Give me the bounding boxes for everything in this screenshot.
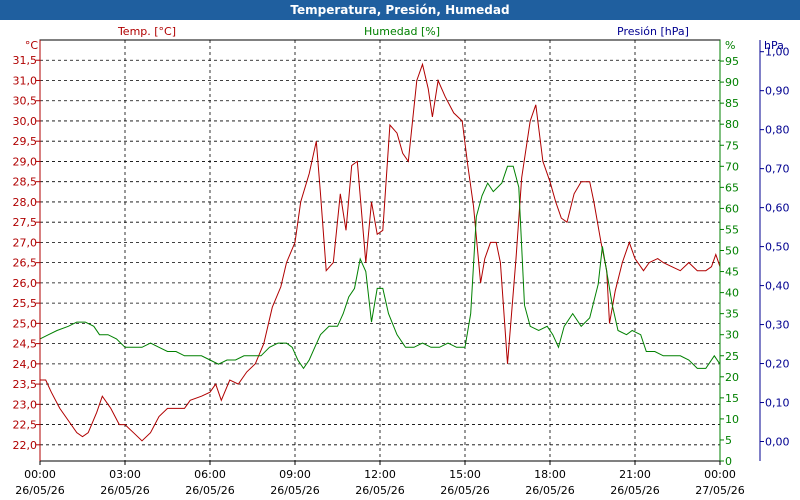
grid-lines bbox=[40, 40, 720, 461]
x-tick-label: 15:00 bbox=[449, 468, 481, 481]
humidity-tick-label: 50 bbox=[725, 245, 739, 258]
x-date-label: 26/05/26 bbox=[525, 484, 574, 497]
temperature-tick-label: 31,5 bbox=[13, 54, 38, 67]
pressure-tick-label: 0,40 bbox=[765, 280, 790, 293]
temperature-axis-title: Temp. [°C] bbox=[117, 25, 176, 38]
x-date-label: 26/05/26 bbox=[270, 484, 319, 497]
humidity-tick-label: 5 bbox=[725, 434, 732, 447]
pressure-tick-label: 0,90 bbox=[765, 85, 790, 98]
temperature-tick-label: 30,5 bbox=[13, 95, 38, 108]
x-tick-label: 00:00 bbox=[24, 468, 56, 481]
x-tick-label: 09:00 bbox=[279, 468, 311, 481]
temperature-tick-label: 26,0 bbox=[13, 277, 38, 290]
temperature-unit-label: °C bbox=[25, 39, 39, 52]
temperature-tick-label: 25,5 bbox=[13, 297, 38, 310]
temperature-tick-label: 31,0 bbox=[13, 74, 38, 87]
temperature-tick-label: 23,5 bbox=[13, 378, 38, 391]
x-tick-label: 06:00 bbox=[194, 468, 226, 481]
temperature-tick-label: 28,5 bbox=[13, 176, 38, 189]
temperature-tick-label: 24,5 bbox=[13, 338, 38, 351]
humidity-tick-label: 60 bbox=[725, 202, 739, 215]
humidity-tick-label: 35 bbox=[725, 308, 739, 321]
pressure-tick-label: 0,70 bbox=[765, 163, 790, 176]
window-title: Temperatura, Presión, Humedad bbox=[0, 0, 800, 20]
x-date-label: 26/05/26 bbox=[100, 484, 149, 497]
x-tick-label: 21:00 bbox=[619, 468, 651, 481]
temperature-tick-label: 27,5 bbox=[13, 216, 38, 229]
temperature-tick-label: 28,0 bbox=[13, 196, 38, 209]
pressure-tick-label: 0,50 bbox=[765, 241, 790, 254]
humidity-tick-label: 95 bbox=[725, 55, 739, 68]
x-date-label: 26/05/26 bbox=[355, 484, 404, 497]
pressure-tick-label: 0,20 bbox=[765, 358, 790, 371]
temperature-tick-label: 22,0 bbox=[13, 439, 38, 452]
humidity-tick-label: 25 bbox=[725, 350, 739, 363]
pressure-tick-label: 0,10 bbox=[765, 397, 790, 410]
x-date-label: 26/05/26 bbox=[185, 484, 234, 497]
temperature-tick-label: 25,0 bbox=[13, 317, 38, 330]
humidity-unit-label: % bbox=[725, 39, 735, 52]
humidity-tick-label: 90 bbox=[725, 76, 739, 89]
x-tick-label: 18:00 bbox=[534, 468, 566, 481]
humidity-tick-label: 45 bbox=[725, 266, 739, 279]
temperature-tick-label: 23,0 bbox=[13, 398, 38, 411]
temperature-tick-label: 24,0 bbox=[13, 358, 38, 371]
pressure-axis-title: Presión [hPa] bbox=[617, 25, 689, 38]
pressure-tick-label: 0,30 bbox=[765, 319, 790, 332]
pressure-unit-label: hPa bbox=[764, 39, 784, 52]
temperature-tick-label: 22,5 bbox=[13, 419, 38, 432]
temperature-tick-label: 26,5 bbox=[13, 257, 38, 270]
pressure-tick-label: 0,00 bbox=[765, 436, 790, 449]
x-tick-label: 00:00 bbox=[704, 468, 736, 481]
pressure-tick-label: 0,60 bbox=[765, 202, 790, 215]
humidity-tick-label: 75 bbox=[725, 139, 739, 152]
x-date-label: 26/05/26 bbox=[440, 484, 489, 497]
humidity-tick-label: 85 bbox=[725, 97, 739, 110]
humidity-tick-label: 40 bbox=[725, 287, 739, 300]
x-date-label: 26/05/26 bbox=[610, 484, 659, 497]
humidity-tick-label: 0 bbox=[725, 455, 732, 468]
temperature-tick-label: 29,5 bbox=[13, 135, 38, 148]
x-tick-label: 12:00 bbox=[364, 468, 396, 481]
temperature-tick-label: 27,0 bbox=[13, 236, 38, 249]
x-date-label: 27/05/26 bbox=[695, 484, 744, 497]
humidity-tick-label: 15 bbox=[725, 392, 739, 405]
humidity-tick-label: 65 bbox=[725, 181, 739, 194]
humidity-tick-label: 55 bbox=[725, 223, 739, 236]
x-tick-label: 03:00 bbox=[109, 468, 141, 481]
pressure-tick-label: 0,80 bbox=[765, 124, 790, 137]
humidity-tick-label: 70 bbox=[725, 160, 739, 173]
humidity-tick-label: 80 bbox=[725, 118, 739, 131]
temperature-tick-label: 30,0 bbox=[13, 115, 38, 128]
humidity-tick-label: 10 bbox=[725, 413, 739, 426]
humidity-axis-title: Humedad [%] bbox=[364, 25, 440, 38]
chart: 22,0 22,5 23,0 23,5 24,0 24,5 25,0 25,5 26,0 26,5… bbox=[13, 25, 790, 497]
humidity-tick-label: 20 bbox=[725, 371, 739, 384]
x-date-label: 26/05/26 bbox=[15, 484, 64, 497]
temperature-tick-label: 29,0 bbox=[13, 155, 38, 168]
humidity-tick-label: 30 bbox=[725, 329, 739, 342]
